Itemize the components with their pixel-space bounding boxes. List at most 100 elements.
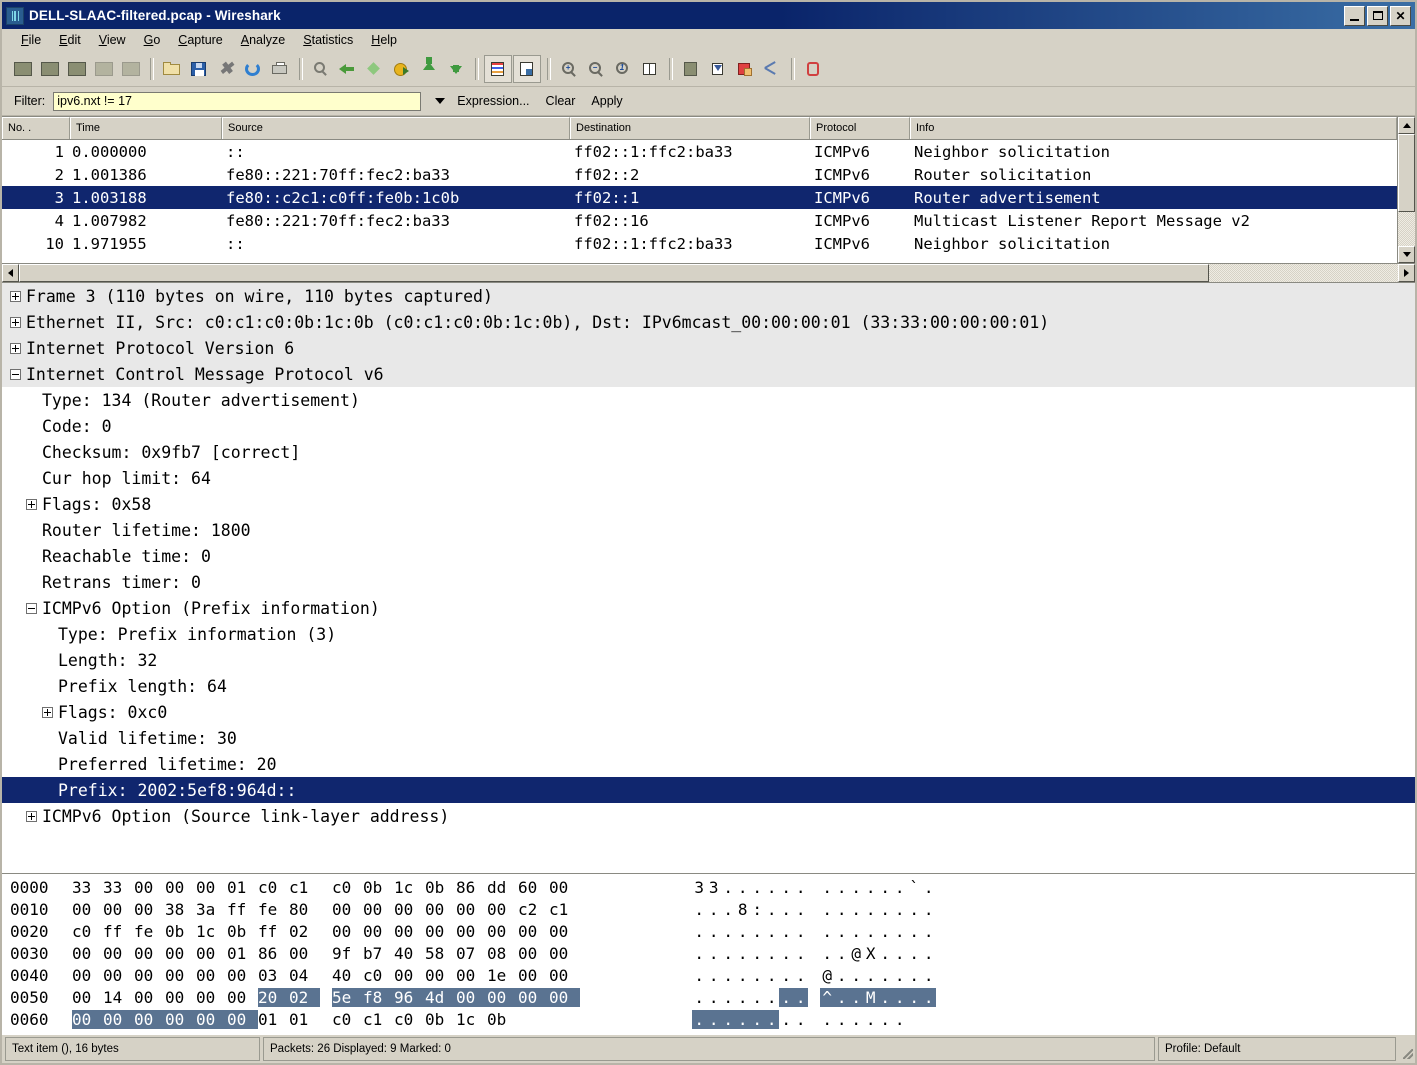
hex-byte[interactable]: 00 bbox=[227, 1009, 258, 1029]
hex-ascii-char[interactable]: . bbox=[864, 922, 879, 941]
maximize-button[interactable] bbox=[1367, 5, 1388, 26]
hex-byte[interactable]: 00 bbox=[134, 988, 165, 1007]
hex-row[interactable]: 0020 c0 ff fe 0b 1c 0b ff 02 00 00 00 00 00 00 00 00....… bbox=[2, 920, 1415, 942]
tree-row[interactable]: Prefix length: 64 bbox=[2, 673, 1415, 699]
close-button[interactable]: ✕ bbox=[1390, 5, 1411, 26]
capture-options-icon[interactable] bbox=[37, 56, 63, 82]
hex-byte[interactable]: 4d bbox=[425, 987, 456, 1007]
hex-byte[interactable]: c0 bbox=[332, 878, 363, 897]
minimize-button[interactable] bbox=[1344, 5, 1365, 26]
resize-columns-icon[interactable] bbox=[637, 56, 663, 82]
hex-byte[interactable]: fe bbox=[258, 900, 289, 919]
print-icon[interactable] bbox=[267, 56, 293, 82]
hex-ascii-char[interactable]: . bbox=[721, 900, 736, 919]
hex-byte[interactable]: 38 bbox=[165, 900, 196, 919]
tree-row[interactable]: Type: 134 (Router advertisement) bbox=[2, 387, 1415, 413]
hex-ascii-char[interactable]: . bbox=[750, 944, 765, 963]
hex-byte[interactable]: 40 bbox=[394, 944, 425, 963]
hex-byte[interactable]: c0 bbox=[363, 966, 394, 985]
hex-byte[interactable]: c0 bbox=[72, 922, 103, 941]
hex-byte[interactable]: 00 bbox=[425, 922, 456, 941]
hex-ascii-char[interactable]: . bbox=[765, 944, 780, 963]
hex-byte[interactable]: 01 bbox=[289, 1010, 320, 1029]
tree-row[interactable]: Reachable time: 0 bbox=[2, 543, 1415, 569]
tree-row[interactable]: Code: 0 bbox=[2, 413, 1415, 439]
hex-ascii-char[interactable]: . bbox=[706, 1009, 721, 1029]
hex-ascii-char[interactable]: . bbox=[692, 944, 707, 963]
tree-row[interactable]: Flags: 0x58 bbox=[2, 491, 1415, 517]
hex-byte[interactable]: 1e bbox=[487, 966, 518, 985]
hex-byte[interactable]: 00 bbox=[549, 944, 580, 963]
go-back-icon[interactable] bbox=[335, 56, 361, 82]
hex-byte[interactable]: 00 bbox=[394, 966, 425, 985]
hex-byte[interactable]: 00 bbox=[196, 988, 227, 1007]
hex-byte[interactable]: 33 bbox=[103, 878, 134, 897]
hex-byte[interactable]: 00 bbox=[363, 922, 394, 941]
hex-ascii-char[interactable]: . bbox=[794, 1010, 809, 1029]
hex-ascii-char[interactable]: . bbox=[907, 966, 922, 985]
hex-byte[interactable]: 00 bbox=[332, 900, 363, 919]
scroll-down-icon[interactable] bbox=[1398, 246, 1415, 263]
hex-ascii-char[interactable]: . bbox=[765, 900, 780, 919]
hex-byte[interactable]: 0b bbox=[227, 922, 258, 941]
tree-row[interactable]: ICMPv6 Option (Prefix information) bbox=[2, 595, 1415, 621]
tree-row-selected[interactable]: Prefix: 2002:5ef8:964d:: bbox=[2, 777, 1415, 803]
hex-row[interactable]: 0060 00 00 00 00 00 00 01 01 c0 c1 c0 0b 1c 0b........… bbox=[2, 1008, 1415, 1030]
hex-ascii-char[interactable]: . bbox=[721, 988, 736, 1007]
hex-ascii-char[interactable]: . bbox=[765, 988, 780, 1007]
hex-ascii-char[interactable]: . bbox=[779, 1010, 794, 1029]
colorize-packet-list-icon[interactable] bbox=[484, 54, 512, 83]
hex-byte[interactable]: 00 bbox=[487, 900, 518, 919]
hex-ascii-char[interactable]: . bbox=[892, 987, 907, 1007]
packet-list-vertical-scrollbar[interactable] bbox=[1397, 117, 1415, 263]
reload-file-icon[interactable] bbox=[240, 56, 266, 82]
hex-ascii-char[interactable]: . bbox=[878, 987, 893, 1007]
hex-byte[interactable]: 00 bbox=[134, 1009, 165, 1029]
filter-history-dropdown-icon[interactable] bbox=[435, 98, 446, 104]
hex-ascii-char[interactable]: . bbox=[736, 878, 751, 897]
collapse-icon[interactable] bbox=[26, 602, 37, 614]
hex-byte[interactable]: 00 bbox=[103, 900, 134, 919]
hex-byte[interactable]: 00 bbox=[134, 966, 165, 985]
start-capture-icon[interactable] bbox=[64, 56, 90, 82]
expand-icon[interactable] bbox=[10, 316, 21, 328]
hex-byte[interactable]: 00 bbox=[549, 922, 580, 941]
hex-ascii-char[interactable]: . bbox=[779, 922, 794, 941]
hex-byte[interactable]: 00 bbox=[103, 944, 134, 963]
hex-byte[interactable]: 00 bbox=[165, 966, 196, 985]
hex-byte[interactable]: 00 bbox=[456, 922, 487, 941]
hex-byte[interactable]: c0 bbox=[332, 1010, 363, 1029]
hex-byte[interactable]: 00 bbox=[196, 878, 227, 897]
hex-ascii-char[interactable]: X bbox=[864, 944, 879, 963]
hex-row[interactable]: 0000 33 33 00 00 00 01 c0 c1 c0 0b 1c 0b 86 dd 60 00 3 3..… bbox=[2, 876, 1415, 898]
hex-ascii-char[interactable]: . bbox=[820, 944, 835, 963]
hex-byte[interactable]: 00 bbox=[518, 922, 549, 941]
hex-byte[interactable]: 00 bbox=[165, 878, 196, 897]
hex-byte[interactable]: 0b bbox=[165, 922, 196, 941]
hex-ascii-char[interactable]: . bbox=[793, 987, 808, 1007]
hex-ascii-char[interactable]: . bbox=[878, 944, 893, 963]
tree-row[interactable]: Internet Control Message Protocol v6 bbox=[2, 361, 1415, 387]
hex-ascii-char[interactable]: . bbox=[765, 922, 780, 941]
hex-byte[interactable]: 60 bbox=[518, 878, 549, 897]
menu-statistics[interactable]: Statistics bbox=[294, 31, 362, 49]
hex-byte[interactable]: 20 bbox=[258, 987, 289, 1007]
hex-dump-rows[interactable]: 0000 33 33 00 00 00 01 c0 c1 c0 0b 1c 0b 86 dd 60 00 3 3..… bbox=[2, 874, 1415, 1034]
collapse-icon[interactable] bbox=[10, 368, 21, 380]
hex-byte[interactable]: 00 bbox=[425, 900, 456, 919]
hex-byte[interactable]: 00 bbox=[456, 966, 487, 985]
hex-byte[interactable]: 40 bbox=[332, 966, 363, 985]
hex-byte[interactable]: 00 bbox=[134, 900, 165, 919]
hex-ascii-char[interactable]: . bbox=[692, 1009, 707, 1029]
hex-ascii-char[interactable]: . bbox=[893, 922, 908, 941]
hex-byte[interactable]: 00 bbox=[196, 944, 227, 963]
hex-ascii-char[interactable]: . bbox=[721, 966, 736, 985]
menu-edit[interactable]: Edit bbox=[50, 31, 90, 49]
hex-byte[interactable]: 9f bbox=[332, 944, 363, 963]
hex-byte[interactable]: 0b bbox=[363, 878, 394, 897]
hex-ascii-char[interactable]: . bbox=[692, 922, 707, 941]
hex-byte[interactable]: 00 bbox=[72, 944, 103, 963]
hex-byte[interactable]: 5e bbox=[332, 987, 363, 1007]
hex-ascii-char[interactable]: . bbox=[907, 900, 922, 919]
hex-ascii-char[interactable]: . bbox=[794, 900, 809, 919]
